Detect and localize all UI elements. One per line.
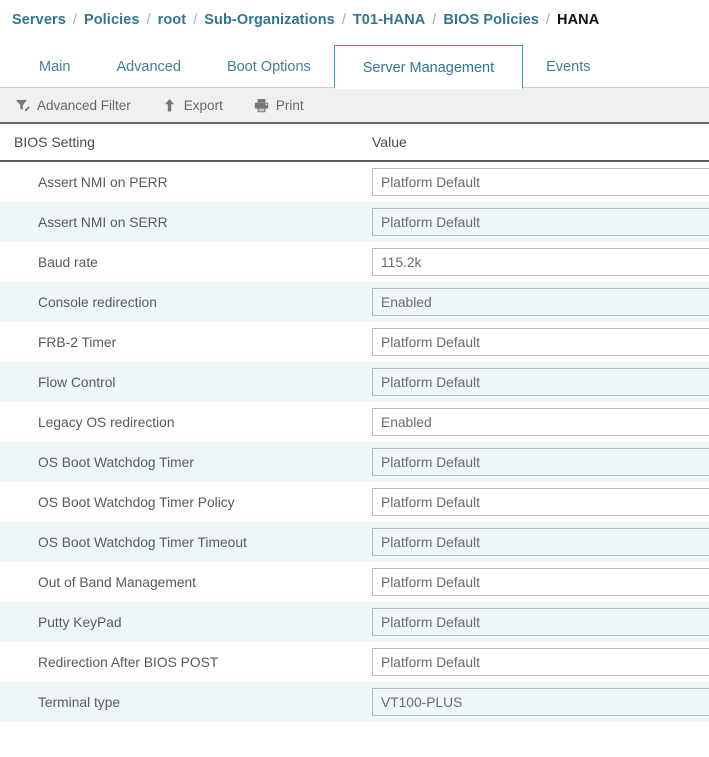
- table-row[interactable]: Assert NMI on SERR: [0, 202, 709, 242]
- bios-setting-label: FRB-2 Timer: [8, 335, 372, 350]
- printer-icon: [253, 97, 270, 114]
- bios-value-input[interactable]: [372, 288, 709, 316]
- table-row[interactable]: OS Boot Watchdog Timer: [0, 442, 709, 482]
- bios-setting-label: Legacy OS redirection: [8, 415, 372, 430]
- breadcrumb-item-hana: HANA: [557, 12, 599, 28]
- print-button[interactable]: Print: [253, 97, 304, 114]
- up-arrow-icon: [161, 97, 178, 114]
- export-label: Export: [184, 98, 223, 113]
- filter-edit-icon: [14, 97, 31, 114]
- bios-value-input[interactable]: [372, 688, 709, 716]
- table-row[interactable]: Assert NMI on PERR: [0, 162, 709, 202]
- bios-value-cell: [372, 328, 709, 356]
- breadcrumb-item-bios-policies[interactable]: BIOS Policies: [443, 12, 539, 28]
- bios-value-input[interactable]: [372, 608, 709, 636]
- tab-main[interactable]: Main: [16, 44, 93, 88]
- table-row[interactable]: Redirection After BIOS POST: [0, 642, 709, 682]
- bios-value-cell: [372, 688, 709, 716]
- breadcrumb-separator: /: [147, 12, 151, 28]
- bios-value-cell: [372, 408, 709, 436]
- table-row[interactable]: Flow Control: [0, 362, 709, 402]
- bios-value-input[interactable]: [372, 168, 709, 196]
- bios-setting-label: OS Boot Watchdog Timer Policy: [8, 495, 372, 510]
- breadcrumb-item-policies[interactable]: Policies: [84, 12, 140, 28]
- table-row[interactable]: Terminal type: [0, 682, 709, 722]
- bios-setting-label: Baud rate: [8, 255, 372, 270]
- bios-setting-label: Assert NMI on SERR: [8, 215, 372, 230]
- bios-settings-table: BIOS Setting Value Assert NMI on PERRAss…: [0, 124, 709, 722]
- table-body: Assert NMI on PERR Assert NMI on SERR Baud…: [0, 162, 709, 722]
- bios-setting-label: OS Boot Watchdog Timer Timeout: [8, 535, 372, 550]
- table-row[interactable]: Putty KeyPad: [0, 602, 709, 642]
- bios-value-input[interactable]: [372, 648, 709, 676]
- tab-server-management[interactable]: Server Management: [334, 45, 523, 89]
- bios-setting-label: Console redirection: [8, 295, 372, 310]
- column-header-value[interactable]: Value: [372, 134, 709, 150]
- breadcrumb-item-servers[interactable]: Servers: [12, 12, 66, 28]
- tab-advanced[interactable]: Advanced: [93, 44, 204, 88]
- table-row[interactable]: Legacy OS redirection: [0, 402, 709, 442]
- bios-setting-label: Redirection After BIOS POST: [8, 655, 372, 670]
- bios-value-cell: [372, 568, 709, 596]
- tab-events[interactable]: Events: [523, 44, 613, 88]
- table-row[interactable]: FRB-2 Timer: [0, 322, 709, 362]
- table-row[interactable]: OS Boot Watchdog Timer Policy: [0, 482, 709, 522]
- breadcrumb: Servers / Policies / root / Sub-Organizations /…: [0, 0, 709, 40]
- tab-bar: MainAdvancedBoot OptionsServer Managemen…: [0, 40, 709, 88]
- export-button[interactable]: Export: [161, 97, 223, 114]
- table-row[interactable]: Baud rate: [0, 242, 709, 282]
- table-row[interactable]: Console redirection: [0, 282, 709, 322]
- bios-value-cell: [372, 248, 709, 276]
- bios-setting-label: Out of Band Management: [8, 575, 372, 590]
- bios-value-input[interactable]: [372, 488, 709, 516]
- bios-value-input[interactable]: [372, 568, 709, 596]
- bios-value-input[interactable]: [372, 448, 709, 476]
- bios-value-cell: [372, 488, 709, 516]
- bios-value-cell: [372, 528, 709, 556]
- table-row[interactable]: OS Boot Watchdog Timer Timeout: [0, 522, 709, 562]
- column-header-bios-setting[interactable]: BIOS Setting: [14, 134, 372, 150]
- bios-value-cell: [372, 368, 709, 396]
- bios-value-input[interactable]: [372, 528, 709, 556]
- advanced-filter-button[interactable]: Advanced Filter: [14, 97, 131, 114]
- table-row[interactable]: Out of Band Management: [0, 562, 709, 602]
- bios-value-cell: [372, 288, 709, 316]
- bios-setting-label: Terminal type: [8, 695, 372, 710]
- advanced-filter-label: Advanced Filter: [37, 98, 131, 113]
- bios-value-cell: [372, 448, 709, 476]
- breadcrumb-item-t01-hana[interactable]: T01-HANA: [353, 12, 426, 28]
- bios-value-input[interactable]: [372, 368, 709, 396]
- bios-setting-label: Putty KeyPad: [8, 615, 372, 630]
- bios-setting-label: Assert NMI on PERR: [8, 175, 372, 190]
- bios-value-cell: [372, 648, 709, 676]
- bios-value-cell: [372, 608, 709, 636]
- breadcrumb-separator: /: [432, 12, 436, 28]
- bios-value-input[interactable]: [372, 408, 709, 436]
- breadcrumb-separator: /: [546, 12, 550, 28]
- bios-value-cell: [372, 208, 709, 236]
- bios-value-input[interactable]: [372, 328, 709, 356]
- bios-value-cell: [372, 168, 709, 196]
- bios-setting-label: Flow Control: [8, 375, 372, 390]
- breadcrumb-separator: /: [193, 12, 197, 28]
- breadcrumb-item-root[interactable]: root: [158, 12, 187, 28]
- bios-value-input[interactable]: [372, 208, 709, 236]
- bios-setting-label: OS Boot Watchdog Timer: [8, 455, 372, 470]
- breadcrumb-separator: /: [342, 12, 346, 28]
- tab-boot-options[interactable]: Boot Options: [204, 44, 334, 88]
- breadcrumb-separator: /: [73, 12, 77, 28]
- breadcrumb-item-sub-organizations[interactable]: Sub-Organizations: [204, 12, 335, 28]
- bios-value-input[interactable]: [372, 248, 709, 276]
- table-toolbar: Advanced Filter Export Print: [0, 88, 709, 124]
- print-label: Print: [276, 98, 304, 113]
- table-header-row: BIOS Setting Value: [0, 124, 709, 162]
